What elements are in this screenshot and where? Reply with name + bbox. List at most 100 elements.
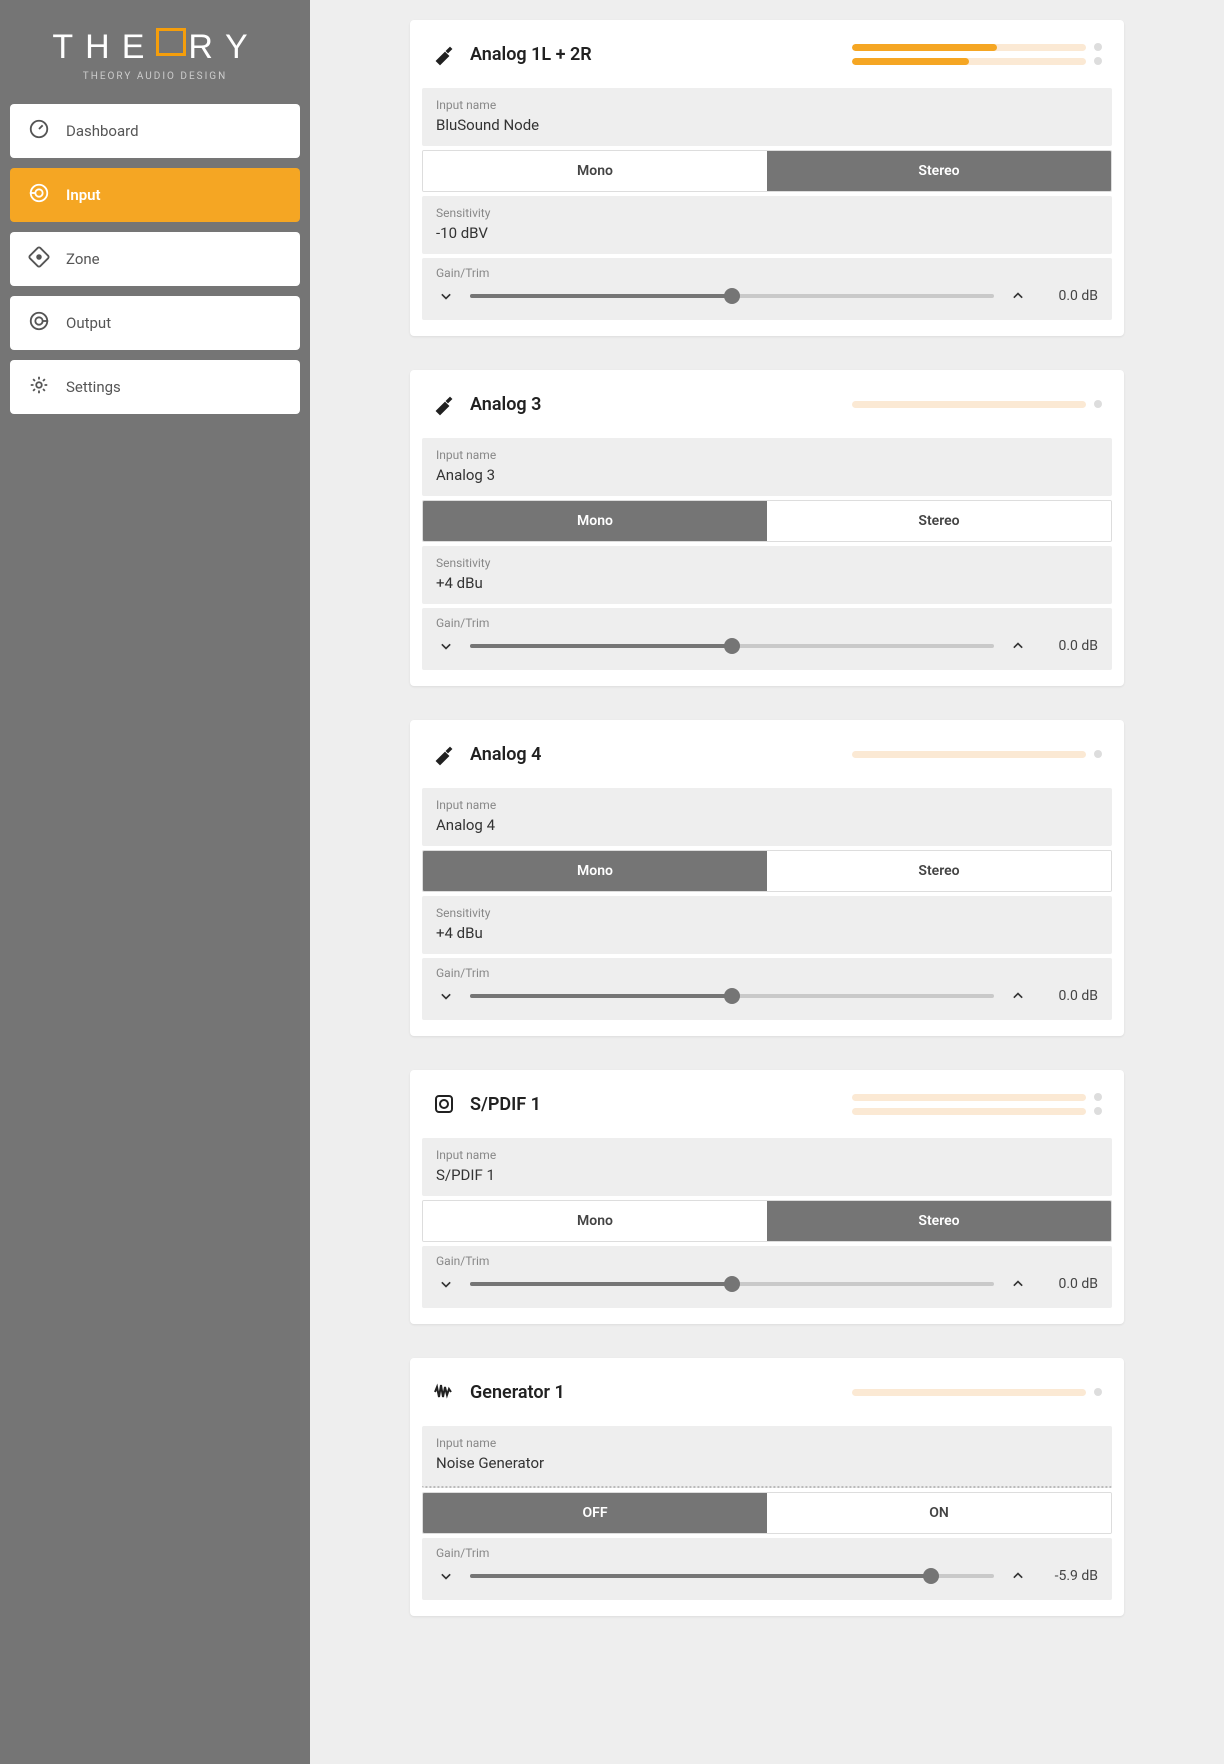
input-name-value: Noise Generator [436,1454,1098,1472]
meter-clip-dot [1094,1093,1102,1101]
gain-increase-button[interactable] [1008,286,1028,306]
input-name-field[interactable]: Input name Analog 3 [422,438,1112,496]
gain-increase-button[interactable] [1008,986,1028,1006]
card-header: S/PDIF 1 [410,1070,1124,1138]
input-name-value: Analog 3 [436,466,1098,484]
input-card: Generator 1 Input name Noise Generator O… [410,1358,1124,1616]
card-header: Analog 4 [410,720,1124,788]
gain-trim-field: Gain/Trim 0.0 dB [422,1246,1112,1308]
sidebar-item-label: Settings [66,378,121,396]
mode-option-mono[interactable]: Mono [423,851,767,891]
input-name-field[interactable]: Input name BluSound Node [422,88,1112,146]
input-card: S/PDIF 1 Input name S/PDIF 1 MonoStereo … [410,1070,1124,1324]
card-body: Input name S/PDIF 1 MonoStereo Gain/Trim… [410,1138,1124,1324]
gain-increase-button[interactable] [1008,636,1028,656]
input-name-value: S/PDIF 1 [436,1166,1098,1184]
input-title: Analog 1L + 2R [470,44,852,65]
sidebar-nav: Dashboard Input Zone Output Settings [10,104,300,414]
gain-slider[interactable] [470,294,994,298]
output-icon [28,310,50,336]
input-name-value: BluSound Node [436,116,1098,134]
sidebar-item-label: Output [66,314,111,332]
sidebar-item-input[interactable]: Input [10,168,300,222]
card-header: Analog 3 [410,370,1124,438]
input-card: Analog 4 Input name Analog 4 MonoStereo … [410,720,1124,1036]
gauge-icon [28,118,50,144]
meter-track [852,58,1086,65]
mode-option-mono[interactable]: Mono [423,151,767,191]
input-title: Analog 3 [470,394,852,415]
gain-trim-label: Gain/Trim [436,1254,1098,1268]
mode-option-off[interactable]: OFF [423,1493,767,1533]
gain-trim-label: Gain/Trim [436,1546,1098,1560]
sidebar-item-output[interactable]: Output [10,296,300,350]
input-name-label: Input name [436,448,1098,462]
level-meters [852,1388,1102,1396]
input-title: Analog 4 [470,744,852,765]
meter-clip-dot [1094,1388,1102,1396]
input-name-label: Input name [436,798,1098,812]
input-name-field[interactable]: Input name S/PDIF 1 [422,1138,1112,1196]
mode-option-mono[interactable]: Mono [423,501,767,541]
meter-track [852,401,1086,408]
mode-option-mono[interactable]: Mono [423,1201,767,1241]
mode-option-stereo[interactable]: Stereo [767,151,1111,191]
sidebar-item-label: Dashboard [66,122,139,140]
input-title: Generator 1 [470,1382,852,1403]
card-body: Input name Analog 3 MonoStereo Sensitivi… [410,438,1124,686]
gain-increase-button[interactable] [1008,1566,1028,1586]
input-name-label: Input name [436,1436,1098,1450]
spdif-icon [432,1092,456,1116]
sidebar-item-dashboard[interactable]: Dashboard [10,104,300,158]
input-name-value: Analog 4 [436,816,1098,834]
meter-clip-dot [1094,400,1102,408]
gain-slider[interactable] [470,1574,994,1578]
level-meters [852,1093,1102,1115]
meter-clip-dot [1094,1107,1102,1115]
level-meters [852,750,1102,758]
input-name-label: Input name [436,98,1098,112]
input-card: Analog 1L + 2R Input name BluSound Node … [410,20,1124,336]
gain-trim-label: Gain/Trim [436,966,1098,980]
meter-row [852,400,1102,408]
input-name-field[interactable]: Input name Noise Generator [422,1426,1112,1488]
card-body: Input name Analog 4 MonoStereo Sensitivi… [410,788,1124,1036]
mode-option-stereo[interactable]: Stereo [767,851,1111,891]
mode-option-on[interactable]: ON [767,1493,1111,1533]
gain-value: 0.0 dB [1042,288,1098,304]
mode-toggle: MonoStereo [422,850,1112,892]
wave-icon [432,1380,456,1404]
card-header: Generator 1 [410,1358,1124,1426]
meter-clip-dot [1094,43,1102,51]
gain-value: -5.9 dB [1042,1568,1098,1584]
sidebar-item-settings[interactable]: Settings [10,360,300,414]
gain-decrease-button[interactable] [436,286,456,306]
input-icon [28,182,50,208]
gain-trim-label: Gain/Trim [436,616,1098,630]
mode-option-stereo[interactable]: Stereo [767,1201,1111,1241]
mode-option-stereo[interactable]: Stereo [767,501,1111,541]
gain-decrease-button[interactable] [436,636,456,656]
sidebar-item-zone[interactable]: Zone [10,232,300,286]
gain-value: 0.0 dB [1042,1276,1098,1292]
input-name-field[interactable]: Input name Analog 4 [422,788,1112,846]
gain-slider[interactable] [470,1282,994,1286]
sensitivity-select[interactable]: Sensitivity -10 dBV [422,196,1112,254]
sidebar: THERY THEORY AUDIO DESIGN Dashboard Inpu… [0,0,310,1764]
gain-decrease-button[interactable] [436,1566,456,1586]
gain-decrease-button[interactable] [436,1274,456,1294]
gain-trim-label: Gain/Trim [436,266,1098,280]
card-body: Input name Noise Generator OFFON Gain/Tr… [410,1426,1124,1616]
gain-slider[interactable] [470,994,994,998]
gain-decrease-button[interactable] [436,986,456,1006]
meter-row [852,43,1102,51]
sensitivity-select[interactable]: Sensitivity +4 dBu [422,896,1112,954]
sensitivity-select[interactable]: Sensitivity +4 dBu [422,546,1112,604]
sidebar-item-label: Input [66,186,101,204]
gain-increase-button[interactable] [1008,1274,1028,1294]
meter-track [852,1094,1086,1101]
meter-row [852,57,1102,65]
level-meters [852,43,1102,65]
level-meters [852,400,1102,408]
gain-slider[interactable] [470,644,994,648]
